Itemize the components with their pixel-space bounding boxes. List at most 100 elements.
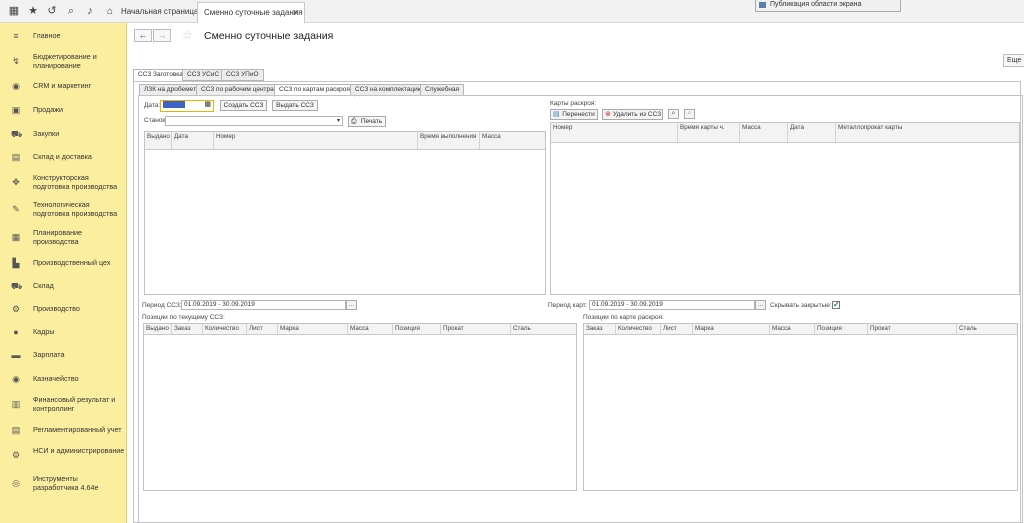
hide-closed-label: Скрывать закрытые:: [770, 302, 832, 309]
create-ssz-button[interactable]: Создать ССЗ: [220, 100, 267, 111]
col-header[interactable]: Масса: [769, 324, 814, 334]
col-header[interactable]: Марка: [277, 324, 347, 334]
active-tab[interactable]: Сменно суточные задания ✕: [197, 2, 305, 23]
move-button-label: Перенести: [562, 111, 595, 118]
map-positions-table[interactable]: Заказ Количество Лист Марка Масса Позици…: [583, 323, 1018, 491]
home-tab[interactable]: ⌂ Начальная страница: [107, 3, 198, 21]
col-header[interactable]: Дата: [171, 132, 213, 149]
sidebar-item-label: Зарплата: [33, 350, 65, 359]
map-positions-header: Заказ Количество Лист Марка Масса Позици…: [584, 324, 1017, 335]
col-header[interactable]: Позиция: [392, 324, 440, 334]
cutting-maps-table[interactable]: Номер Время карты ч. Масса Дата Металлоп…: [550, 122, 1020, 295]
col-header[interactable]: Лист: [246, 324, 277, 334]
move-icon: ▤: [553, 111, 560, 118]
cutting-maps-title: Карты раскроя:: [550, 100, 597, 107]
search-icon[interactable]: ⌕: [64, 4, 78, 18]
map-positions-label: Позиции по карте раскроя:: [583, 314, 664, 321]
planning-icon: ▦: [11, 232, 21, 242]
col-header[interactable]: Количество: [202, 324, 246, 334]
ssz-period-input[interactable]: 01.09.2019 - 30.09.2019: [181, 300, 346, 310]
close-icon[interactable]: ✕: [292, 3, 299, 22]
maps-period-input[interactable]: 01.09.2019 - 30.09.2019: [589, 300, 755, 310]
home-icon: ⌂: [107, 6, 114, 17]
ssz-period-picker-button[interactable]: …: [346, 300, 357, 310]
more-button[interactable]: Еще ▾: [1003, 54, 1024, 67]
finance-icon: ▥: [11, 399, 21, 409]
hide-closed-checkbox[interactable]: ✓: [832, 301, 840, 309]
design-icon: ✥: [12, 177, 20, 187]
budget-icon: ↯: [12, 56, 20, 66]
factory-icon: ▙: [12, 258, 20, 268]
maps-period-picker-button[interactable]: …: [755, 300, 766, 310]
col-header[interactable]: Марка: [692, 324, 769, 334]
tab-ssz-upio[interactable]: ССЗ УПиО: [221, 69, 264, 81]
main-area: ← → ☆ Сменно суточные задания Еще ▾ ССЗ …: [127, 23, 1024, 523]
sidebar-item-label: Производство: [33, 304, 80, 313]
history-icon[interactable]: ↺: [45, 4, 59, 18]
find-clear-icon[interactable]: ⌕: [684, 109, 695, 119]
sales-icon: ▣: [11, 105, 21, 115]
col-header[interactable]: Время карты ч.: [677, 123, 739, 142]
ssz-table[interactable]: Выдано Дата Номер Время выполнения Масса: [144, 131, 546, 295]
delete-icon: ⊗: [605, 111, 611, 118]
back-button[interactable]: ←: [134, 29, 152, 42]
cart-icon: ⛟: [11, 129, 23, 139]
col-header[interactable]: Позиция: [814, 324, 867, 334]
col-header[interactable]: Металлопрокат карты: [835, 123, 1021, 142]
sidebar-item-label: Бюджетирование и планирование: [33, 52, 97, 70]
sidebar-item-label: Продажи: [33, 105, 64, 114]
dropdown-icon[interactable]: ▾: [337, 117, 340, 125]
screen-share-popup[interactable]: Публикация области экрана: [755, 0, 901, 12]
sidebar-item-label: Инструменты разработчика 4.64е: [33, 474, 99, 492]
col-header[interactable]: Время выполнения: [417, 132, 479, 149]
cutting-maps-table-header: Номер Время карты ч. Масса Дата Металлоп…: [551, 123, 1019, 143]
issue-ssz-button[interactable]: Выдать ССЗ: [272, 100, 318, 111]
ssz-positions-table[interactable]: Выдано Заказ Количество Лист Марка Масса…: [143, 323, 577, 491]
col-header[interactable]: Выдано: [144, 324, 171, 334]
date-input[interactable]: ▦: [160, 100, 214, 112]
col-header[interactable]: Сталь: [510, 324, 578, 334]
accounting-icon: ▤: [11, 425, 21, 435]
salary-icon: ▬: [11, 350, 21, 360]
sidebar-item-label: Регламентированный учет: [33, 425, 122, 434]
apps-grid-icon[interactable]: ▦: [7, 4, 21, 18]
sidebar-item-label: Производственный цех: [33, 258, 111, 267]
col-header[interactable]: Прокат: [867, 324, 956, 334]
col-header[interactable]: Номер: [551, 123, 677, 142]
page-title: Сменно суточные задания: [204, 30, 334, 42]
stock-icon: ⛟: [11, 281, 23, 291]
move-button[interactable]: ▤ Перенести: [550, 109, 598, 120]
print-button-label: Печать: [360, 118, 383, 125]
col-header[interactable]: Масса: [479, 132, 547, 149]
bell-icon[interactable]: ♪: [83, 4, 97, 18]
warehouse-icon: ▤: [11, 152, 21, 162]
forward-button[interactable]: →: [153, 29, 171, 42]
machine-input[interactable]: ▾: [165, 116, 343, 126]
machine-label: Станок:: [144, 117, 168, 124]
col-header[interactable]: Масса: [347, 324, 392, 334]
ssz-period-label: Период ССЗ:: [142, 302, 182, 309]
date-label: Дата:: [144, 102, 161, 109]
col-header[interactable]: Заказ: [584, 324, 615, 334]
col-header[interactable]: Лист: [660, 324, 692, 334]
sidebar-item-label: Казначейство: [33, 374, 79, 383]
tab-ssz-usis[interactable]: ССЗ УСиС: [182, 69, 225, 81]
col-header[interactable]: Дата: [787, 123, 835, 142]
delete-from-ssz-button[interactable]: ⊗ Удалить из ССЗ: [602, 109, 663, 120]
col-header[interactable]: Масса: [739, 123, 787, 142]
sidebar-item-label: Финансовый результат и контроллинг: [33, 395, 116, 413]
active-tab-label: Сменно суточные задания: [204, 8, 303, 17]
favorite-star-icon[interactable]: ☆: [182, 29, 193, 42]
production-icon: ⚙: [11, 304, 21, 314]
col-header[interactable]: Прокат: [440, 324, 510, 334]
calendar-icon[interactable]: ▦: [204, 101, 211, 109]
col-header[interactable]: Номер: [213, 132, 417, 149]
print-button[interactable]: ⎙ Печать: [348, 116, 386, 127]
col-header[interactable]: Количество: [615, 324, 660, 334]
col-header[interactable]: Заказ: [171, 324, 202, 334]
find-icon[interactable]: ⌕: [668, 109, 679, 119]
sidebar-item-label: Главное: [33, 31, 61, 40]
col-header[interactable]: Сталь: [956, 324, 1019, 334]
favorites-star-icon[interactable]: ★: [26, 4, 40, 18]
col-header[interactable]: Выдано: [145, 132, 171, 149]
